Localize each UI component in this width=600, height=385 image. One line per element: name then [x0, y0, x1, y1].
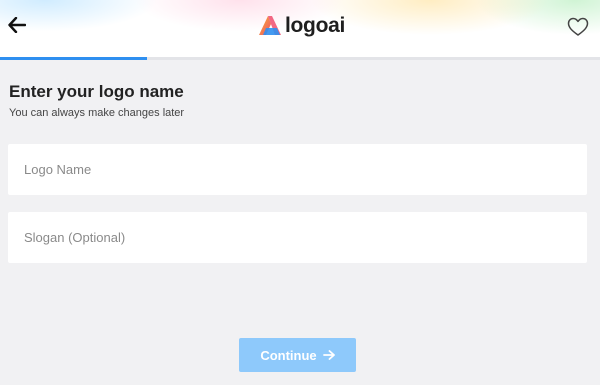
arrow-left-icon — [8, 17, 26, 33]
page-title: Enter your logo name — [9, 82, 184, 101]
logo-name-input[interactable] — [8, 144, 587, 195]
brand-logo[interactable]: logoai — [257, 13, 345, 39]
top-header: logoai — [0, 0, 600, 57]
slogan-input[interactable] — [8, 212, 587, 263]
progress-bar — [0, 57, 600, 60]
favorite-button[interactable] — [567, 17, 589, 37]
arrow-right-icon — [322, 350, 335, 360]
back-button[interactable] — [6, 14, 28, 36]
progress-fill — [0, 57, 147, 60]
page-subtitle: You can always make changes later — [9, 107, 185, 119]
heart-outline-icon — [567, 17, 589, 36]
logo-text: logoai — [285, 14, 346, 37]
logoai-mark-icon — [259, 16, 281, 35]
continue-label: Continue — [260, 347, 317, 363]
continue-button[interactable]: Continue — [239, 338, 356, 372]
